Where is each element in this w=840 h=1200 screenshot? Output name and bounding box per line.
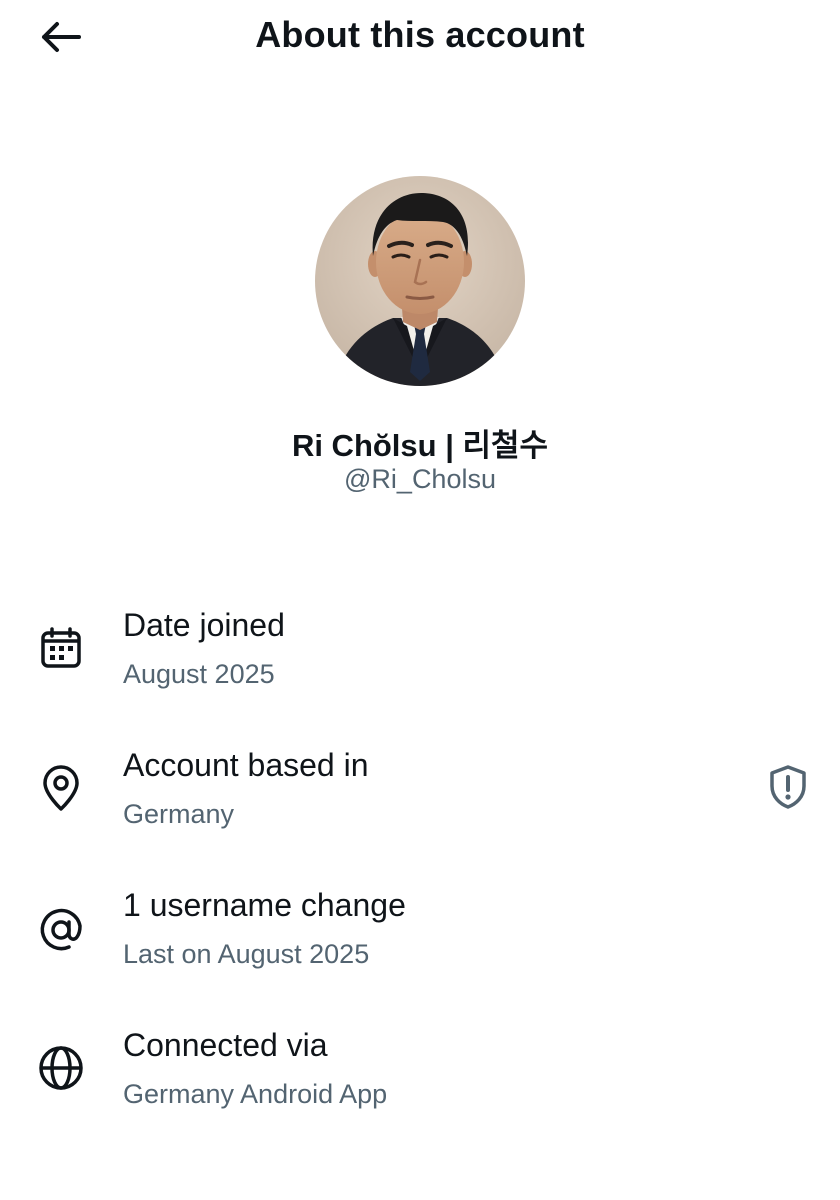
avatar-photo <box>315 176 525 386</box>
username-change-value: Last on August 2025 <box>123 939 370 969</box>
location-pin-icon <box>36 763 86 813</box>
handle: @Ri_Cholsu <box>344 464 496 494</box>
username-change-label: 1 username change <box>123 887 406 923</box>
shield-alert-icon <box>770 765 806 809</box>
account-based-in-value: Germany <box>123 799 235 829</box>
connected-via-value: Germany Android App <box>123 1079 388 1109</box>
username-change-row: 1 username change Last on August 2025 <box>0 887 840 997</box>
calendar-icon <box>36 623 86 673</box>
display-name: Ri Chŏlsu | 리철수 <box>291 428 549 463</box>
account-based-in-row: Account based in Germany <box>0 747 840 857</box>
avatar[interactable] <box>315 176 525 386</box>
date-joined-label: Date joined <box>123 607 285 643</box>
account-based-in-label: Account based in <box>123 747 369 783</box>
page-title: About this account <box>255 14 585 55</box>
location-info-button[interactable] <box>762 761 814 813</box>
globe-icon <box>36 1043 86 1093</box>
at-sign-icon <box>36 905 86 955</box>
connected-via-row: Connected via Germany Android App <box>0 1027 840 1137</box>
header: About this account <box>0 0 840 80</box>
connected-via-label: Connected via <box>123 1027 328 1063</box>
date-joined-value: August 2025 <box>123 659 275 689</box>
date-joined-row: Date joined August 2025 <box>0 607 840 717</box>
